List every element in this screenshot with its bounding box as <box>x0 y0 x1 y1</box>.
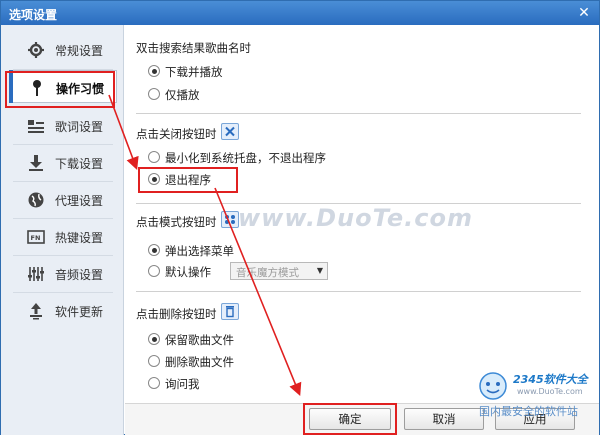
radio-label: 询问我 <box>165 377 200 391</box>
section-divider <box>136 291 581 292</box>
divider <box>13 255 113 256</box>
radio-label: 最小化到系统托盘，不退出程序 <box>165 151 326 165</box>
radio-indicator <box>148 88 160 100</box>
sidebar-item-label: 常规设置 <box>55 44 104 58</box>
lyrics-icon <box>28 120 44 133</box>
sidebar-item-label: 热键设置 <box>55 231 104 245</box>
radio-indicator <box>148 151 160 163</box>
pin-icon <box>33 80 41 96</box>
divider <box>13 144 113 145</box>
window-title: 选项设置 <box>9 8 58 22</box>
sidebar-item-label: 音频设置 <box>55 268 104 282</box>
sidebar-item-proxy[interactable]: 代理设置 <box>9 183 117 216</box>
radio-indicator <box>148 244 160 256</box>
sidebar-item-label: 歌词设置 <box>55 120 104 134</box>
trash-icon <box>226 306 234 318</box>
delete-button-section-title: 点击删除按钮时 <box>136 307 217 321</box>
radio-label: 仅播放 <box>165 88 200 102</box>
close-icon <box>225 126 235 137</box>
sidebar-item-update[interactable]: 软件更新 <box>9 294 117 327</box>
divider <box>13 181 113 182</box>
radio-indicator <box>148 65 160 77</box>
globe-icon <box>28 192 44 208</box>
radio-indicator <box>148 333 160 345</box>
radio-label: 下载并播放 <box>165 65 223 79</box>
section-divider <box>136 113 581 114</box>
hotkey-icon: FN <box>27 230 45 244</box>
select-value: 音乐魔方模式 <box>236 267 299 279</box>
radio-label: 弹出选择菜单 <box>165 244 234 258</box>
close-icon[interactable]: ✕ <box>575 4 593 22</box>
default-mode-select[interactable]: 音乐魔方模式 ▼ <box>230 262 328 280</box>
sidebar-item-label: 代理设置 <box>55 194 104 208</box>
brand-name: 2345软件大全 <box>513 373 588 386</box>
mascot-logo-icon <box>479 372 507 400</box>
divider <box>13 218 113 219</box>
gear-icon <box>28 42 44 58</box>
svg-text:FN: FN <box>31 234 41 242</box>
double-click-section-title: 双击搜索结果歌曲名时 <box>136 41 251 55</box>
sidebar-item-label: 下载设置 <box>55 157 104 171</box>
equalizer-icon <box>28 267 44 281</box>
mode-button-section-title: 点击模式按钮时 <box>136 215 217 229</box>
watermark-text: www.DuoTe.com <box>238 204 473 232</box>
brand-url: www.DuoTe.com <box>517 387 583 396</box>
radio-label: 退出程序 <box>165 173 211 187</box>
delete-preview-button[interactable] <box>221 303 239 320</box>
mode-preview-button[interactable] <box>221 211 239 228</box>
sidebar-item-label: 软件更新 <box>55 305 104 319</box>
radio-label: 删除歌曲文件 <box>165 355 234 369</box>
ok-button[interactable]: 确定 <box>309 408 391 430</box>
sidebar-item-hotkeys[interactable]: FN 热键设置 <box>9 220 117 253</box>
sidebar-item-download[interactable]: 下载设置 <box>9 146 117 179</box>
options-dialog: 选项设置 ✕ 常规设置 操作习惯 歌词设置 下载设置 代理设置 FN 热键设置 … <box>0 0 600 435</box>
title-bar: 选项设置 ✕ <box>1 1 599 25</box>
radio-indicator <box>148 265 160 277</box>
close-preview-button[interactable] <box>221 123 239 140</box>
sidebar-item-lyrics[interactable]: 歌词设置 <box>9 109 117 142</box>
sidebar: 常规设置 操作习惯 歌词设置 下载设置 代理设置 FN 热键设置 音频设置 软件… <box>1 25 124 435</box>
sidebar-item-general[interactable]: 常规设置 <box>9 33 117 66</box>
download-icon <box>29 155 43 171</box>
corner-logo: 2345软件大全 www.DuoTe.com 国内最安全的软件站 <box>471 367 599 421</box>
sidebar-item-label: 操作习惯 <box>56 82 105 96</box>
divider <box>13 292 113 293</box>
chevron-down-icon: ▼ <box>316 266 323 275</box>
radio-label: 默认操作 <box>165 265 211 279</box>
radio-label: 保留歌曲文件 <box>165 333 234 347</box>
close-button-section-title: 点击关闭按钮时 <box>136 127 217 141</box>
update-icon <box>30 303 42 320</box>
sidebar-item-habits[interactable]: 操作习惯 <box>9 70 117 103</box>
sidebar-item-audio[interactable]: 音频设置 <box>9 257 117 290</box>
radio-indicator <box>148 377 160 389</box>
radio-indicator <box>148 173 160 185</box>
brand-slogan: 国内最安全的软件站 <box>479 405 578 418</box>
shuffle-icon <box>225 215 235 224</box>
radio-indicator <box>148 355 160 367</box>
